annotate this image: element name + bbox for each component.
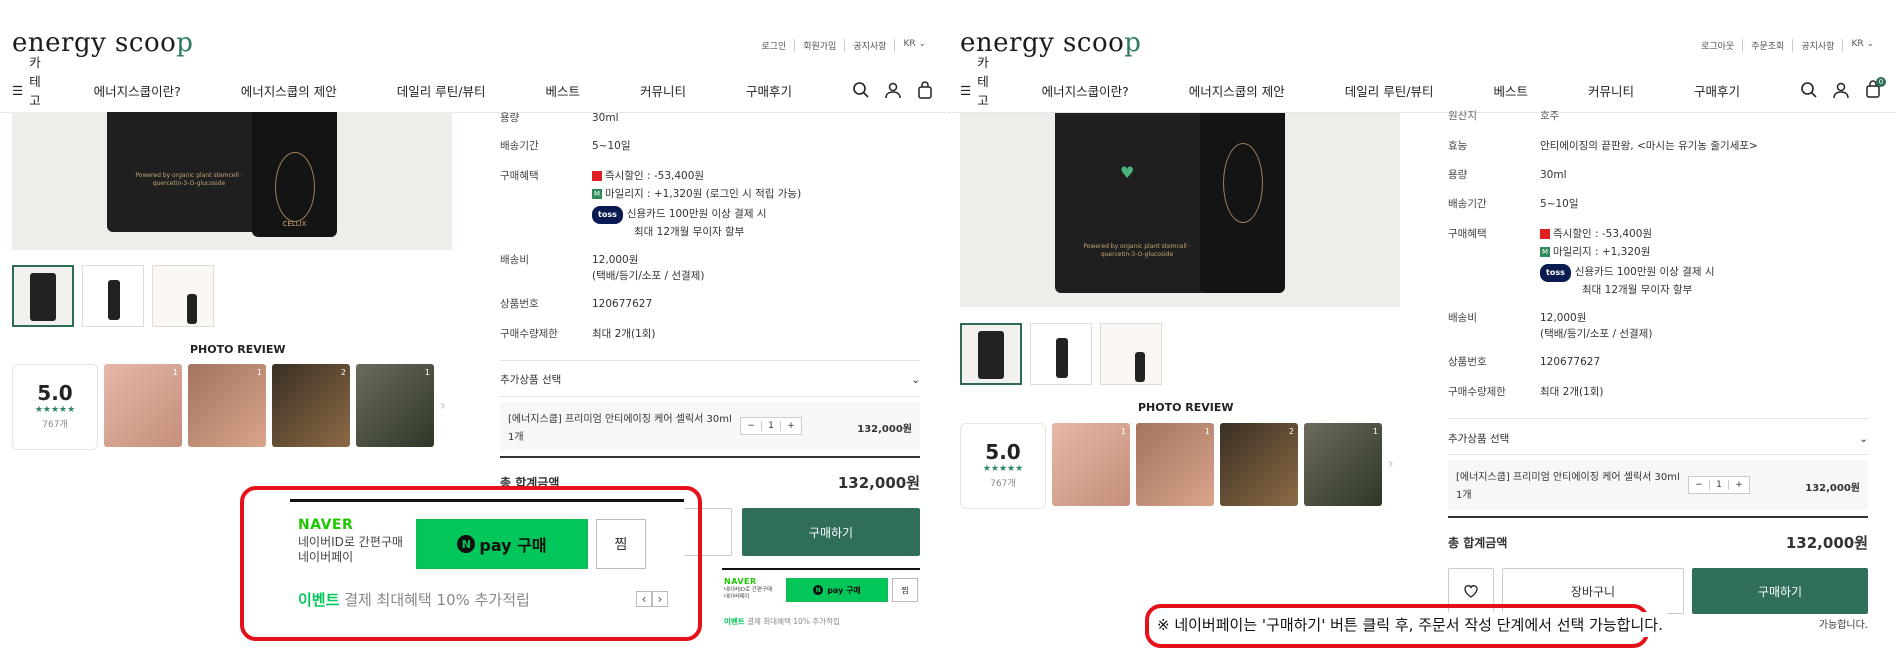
product-info: 원산지 호주 효능 안티에이징의 끝판왕, <마시는 유기농 줄기세포> 용량 30m… [1448,110,1868,631]
review-photos: 1 1 2 1 [104,364,434,447]
product-main-image: Powered by organic plant stemcell · quer… [12,112,452,250]
star-icons: ★★★★★ [34,405,76,415]
nav-item-proposal[interactable]: 에너지스쿱의 제안 [1189,81,1285,100]
zzim-button[interactable]: 찜 [596,519,646,569]
next-arrow-icon[interactable]: › [440,398,446,414]
selected-option: [에너지스쿱] 프리미엄 안티에이징 케어 셀릭서 30ml 1개 −1 + 13… [1448,460,1868,510]
quantity-stepper[interactable]: −1 + [1688,476,1750,494]
nav-item-proposal[interactable]: 에너지스쿱의 제안 [241,81,337,100]
nav-item-about[interactable]: 에너지스쿱이란? [1042,81,1129,100]
thumbnail-list [12,265,214,327]
thumbnail[interactable] [12,265,74,327]
hamburger-icon: ☰ [12,82,24,98]
rating-summary: 5.0 ★★★★★ 767개 [960,423,1046,509]
rating-score: 5.0 [37,381,73,405]
star-icons: ★★★★★ [982,464,1024,474]
thumbnail-list [960,323,1162,385]
selected-option: [에너지스쿱] 프리미엄 안티에이징 케어 셀릭서 30ml 1개 −1 + 13… [500,402,920,450]
plus-button[interactable]: + [1729,480,1749,490]
naver-logo: NAVER [298,517,354,533]
review-count: 767개 [42,420,68,430]
event-pager: ‹ › [636,591,668,607]
left-screenshot: energy scoop 로그인 회원가입 공지사항 KR ⌄ ☰ 카테고리 에… [0,0,948,663]
photo-review-title: PHOTO REVIEW [1138,401,1234,414]
rating-summary: 5.0 ★★★★★ 767개 [12,364,98,450]
discount-text: 즉시할인 : -53,400원 [605,170,705,182]
heart-icon [1464,585,1478,598]
minus-button[interactable]: − [741,421,761,431]
product-main-image: ♥ Powered by organic plant stemcell · qu… [960,113,1400,307]
mileage-icon: M [1540,247,1550,257]
review-photo[interactable]: 1 [104,364,182,447]
naverpay-button[interactable]: Npay 구매 [416,519,588,569]
thumbnail[interactable] [1030,323,1092,385]
next-arrow-icon[interactable]: › [1388,456,1394,472]
discount-icon [1540,229,1550,239]
toss-logo: toss [1540,264,1571,282]
nav-item-routine[interactable]: 데일리 루틴/뷰티 [1345,81,1434,100]
bottle-label: Powered by organic plant stemcell · quer… [135,172,243,187]
naverpay-desc: 네이버ID로 간편구매 네이버페이 [298,535,403,564]
cart-count-badge: 0 [1876,76,1886,87]
naver-n-icon: N [457,535,476,553]
add-product-select[interactable]: 추가상품 선택 ⌄ [500,372,920,387]
quantity-stepper[interactable]: −1 + [740,417,802,435]
prev-arrow-icon[interactable]: ‹ [636,591,652,607]
photo-review-title: PHOTO REVIEW [190,343,286,356]
thumbnail[interactable] [960,323,1022,385]
review-photo[interactable]: 1 [356,364,434,447]
plus-button[interactable]: + [781,421,801,431]
total-price: 총 합계금액 132,000원 [1448,534,1868,552]
add-product-select[interactable]: 추가상품 선택 ⌄ [1448,431,1868,446]
mileage-text: 마일리지 : +1,320원 (로그인 시 적립 가능) [605,188,802,200]
chevron-down-icon: ⌄ [1859,432,1868,445]
review-photo[interactable]: 1 [1304,423,1382,506]
thumbnail[interactable] [152,265,214,327]
notice-tail: 가능합니다. [1818,620,1868,631]
naverpay-event: 이벤트 결제 최대혜택 10% 추가적립 [298,591,530,609]
heart-logo-icon: ♥ [1120,163,1135,182]
nav-item-about[interactable]: 에너지스쿱이란? [94,81,181,100]
bottle-brand: CELLIX [282,220,307,228]
thumbnail[interactable] [1100,323,1162,385]
chevron-down-icon: ⌄ [911,373,920,386]
next-arrow-icon[interactable]: › [652,591,668,607]
naverpay-button-small[interactable]: Npay 구매 [786,578,888,602]
review-photo[interactable]: 2 [272,364,350,447]
review-photo[interactable]: 1 [188,364,266,447]
buy-button[interactable]: 구매하기 [1692,568,1868,614]
review-photo[interactable]: 1 [1052,423,1130,506]
hamburger-icon: ☰ [960,82,972,98]
review-photo[interactable]: 2 [1220,423,1298,506]
review-photo[interactable]: 1 [1136,423,1214,506]
thumbnail[interactable] [82,265,144,327]
minus-button[interactable]: − [1689,480,1709,490]
right-screenshot: energy scoop 로그아웃 주문조회 공지사항 KR ⌄ ☰ 카테고리 … [948,0,1896,663]
naverpay-notice: ※ 네이버페이는 '구매하기' 버튼 클릭 후, 주문서 작성 단계에서 선택 … [1153,612,1667,637]
naverpay-zoom: NAVER 네이버ID로 간편구매 네이버페이 Npay 구매 찜 이벤트 결제 … [290,497,684,629]
buy-button[interactable]: 구매하기 [742,508,920,556]
discount-icon [592,171,602,181]
mileage-icon: M [592,189,602,199]
review-photos: 1 1 2 1 [1052,423,1382,506]
nav-item-routine[interactable]: 데일리 루틴/뷰티 [397,81,486,100]
zzim-button-small[interactable]: 찜 [892,578,918,602]
toss-logo: toss [592,206,623,224]
